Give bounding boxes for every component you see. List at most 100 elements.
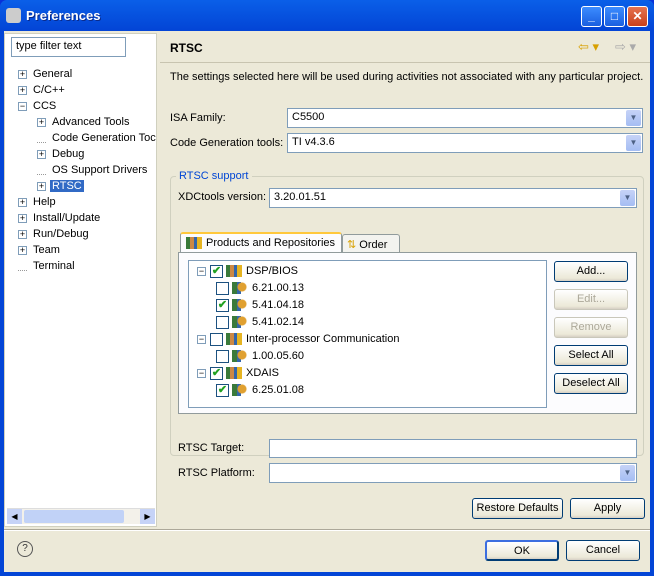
expand-icon[interactable]: + xyxy=(18,229,27,239)
tab-content: − ✔ DSP/BIOS 6.21.00.13 ✔ 5.41.04.18 5.41.02.1… xyxy=(178,252,637,414)
codegen-tools-label: Code Generation tools: xyxy=(170,137,284,149)
xdctools-version-combo[interactable]: 3.20.01.51 ▼ xyxy=(269,188,637,208)
sidebar-item-general[interactable]: + General xyxy=(18,66,74,82)
sidebar-item-code-generation-toc[interactable]: Code Generation Toc xyxy=(37,130,158,146)
sidebar-item-ccs[interactable]: − CCS xyxy=(18,98,58,114)
page-description: The settings selected here will be used … xyxy=(170,71,644,83)
version-icon xyxy=(232,384,248,397)
expand-icon[interactable]: + xyxy=(18,69,27,79)
product-version-item[interactable]: 6.21.00.13 xyxy=(216,280,304,296)
item-label: 5.41.02.14 xyxy=(252,316,304,328)
expand-icon[interactable]: + xyxy=(37,117,46,127)
page-header: RTSC ⇦ ▾ ⇨ ▾ xyxy=(160,33,650,63)
expand-icon[interactable]: + xyxy=(18,213,27,223)
scroll-right-icon[interactable]: ▶ xyxy=(140,509,155,524)
codegen-tools-combo[interactable]: TI v4.3.6 ▼ xyxy=(287,133,643,153)
version-icon xyxy=(232,299,248,312)
product-item[interactable]: − Inter-processor Communication xyxy=(197,331,399,347)
sidebar-item-label: OS Support Drivers xyxy=(52,164,148,176)
item-label: 6.21.00.13 xyxy=(252,282,304,294)
collapse-icon[interactable]: − xyxy=(197,266,206,276)
sidebar-item-c-c-[interactable]: + C/C++ xyxy=(18,82,67,98)
sidebar-item-advanced-tools[interactable]: + Advanced Tools xyxy=(37,114,131,130)
cancel-button[interactable]: Cancel xyxy=(566,540,640,561)
version-icon xyxy=(232,316,248,329)
sidebar-item-rtsc[interactable]: + RTSC xyxy=(37,178,84,194)
minimize-button[interactable]: _ xyxy=(581,6,602,27)
checkbox[interactable] xyxy=(210,332,223,346)
isa-family-combo[interactable]: C5500 ▼ xyxy=(287,108,643,128)
checkbox[interactable] xyxy=(216,281,229,295)
expand-icon[interactable]: + xyxy=(18,245,27,255)
title-bar[interactable]: Preferences _ □ ✕ xyxy=(0,0,654,31)
product-icon xyxy=(226,265,242,278)
checkbox[interactable]: ✔ xyxy=(216,298,229,312)
rtsc-target-input[interactable] xyxy=(269,439,637,458)
close-button[interactable]: ✕ xyxy=(627,6,648,27)
footer-separator xyxy=(4,529,650,531)
filter-input[interactable]: type filter text xyxy=(11,37,126,57)
products-tree[interactable]: − ✔ DSP/BIOS 6.21.00.13 ✔ 5.41.04.18 5.41.02.1… xyxy=(188,260,547,408)
back-button[interactable]: ⇦ ▾ xyxy=(578,39,599,55)
select-all-button[interactable]: Select All xyxy=(554,345,628,366)
forward-button[interactable]: ⇨ ▾ xyxy=(615,39,636,55)
item-label: Inter-processor Communication xyxy=(246,333,400,345)
horizontal-scrollbar[interactable]: ◀ ▶ xyxy=(7,508,155,524)
sidebar-item-install-update[interactable]: + Install/Update xyxy=(18,210,102,226)
version-icon xyxy=(232,350,248,363)
checkbox[interactable] xyxy=(216,315,229,329)
sidebar-item-label: Team xyxy=(33,244,60,256)
rtsc-platform-combo[interactable]: ▼ xyxy=(269,463,637,483)
product-version-item[interactable]: ✔ 5.41.04.18 xyxy=(216,297,304,313)
sidebar-item-terminal[interactable]: Terminal xyxy=(18,258,77,274)
sidebar-item-help[interactable]: + Help xyxy=(18,194,58,210)
maximize-button[interactable]: □ xyxy=(604,6,625,27)
tab-products-repositories[interactable]: Products and Repositories xyxy=(180,232,342,253)
checkbox[interactable]: ✔ xyxy=(210,366,223,380)
expand-icon[interactable]: + xyxy=(18,85,27,95)
rtsc-support-label: RTSC support xyxy=(176,170,252,182)
remove-button[interactable]: Remove xyxy=(554,317,628,338)
chevron-down-icon: ▼ xyxy=(626,135,641,151)
restore-defaults-button[interactable]: Restore Defaults xyxy=(472,498,563,519)
sidebar-item-label: CCS xyxy=(33,100,57,112)
product-version-item[interactable]: 1.00.05.60 xyxy=(216,348,304,364)
item-label: 5.41.04.18 xyxy=(252,299,304,311)
order-arrows-icon: ⇅ xyxy=(347,239,360,251)
preference-tree-panel: type filter text + General + C/C++ − CCS + Adva… xyxy=(4,33,157,527)
collapse-icon[interactable]: − xyxy=(197,368,206,378)
product-version-item[interactable]: ✔ 6.25.01.08 xyxy=(216,382,304,398)
sidebar-item-run-debug[interactable]: + Run/Debug xyxy=(18,226,91,242)
product-item[interactable]: − ✔ DSP/BIOS xyxy=(197,263,298,279)
help-icon[interactable]: ? xyxy=(17,541,33,557)
tab-label: Order xyxy=(359,239,388,251)
apply-button[interactable]: Apply xyxy=(570,498,645,519)
ok-button[interactable]: OK xyxy=(485,540,559,561)
checkbox[interactable] xyxy=(216,349,229,363)
checkbox[interactable]: ✔ xyxy=(216,383,229,397)
item-label: XDAIS xyxy=(246,367,280,379)
product-item[interactable]: − ✔ XDAIS xyxy=(197,365,279,381)
sidebar-item-label: General xyxy=(33,68,73,80)
collapse-icon[interactable]: − xyxy=(18,101,27,111)
checkbox[interactable]: ✔ xyxy=(210,264,223,278)
isa-family-label: ISA Family: xyxy=(170,112,226,124)
edit-button[interactable]: Edit... xyxy=(554,289,628,310)
sidebar-item-os-support-drivers[interactable]: OS Support Drivers xyxy=(37,162,149,178)
sidebar-item-team[interactable]: + Team xyxy=(18,242,62,258)
sidebar-item-debug[interactable]: + Debug xyxy=(37,146,86,162)
product-version-item[interactable]: 5.41.02.14 xyxy=(216,314,304,330)
sidebar-item-label: Advanced Tools xyxy=(52,116,130,128)
deselect-all-button[interactable]: Deselect All xyxy=(554,373,628,394)
sidebar-item-label: RTSC xyxy=(50,180,84,192)
tab-order[interactable]: ⇅ Order xyxy=(342,234,400,253)
expand-icon[interactable]: + xyxy=(37,149,46,159)
tree-connector xyxy=(37,166,46,175)
expand-icon[interactable]: + xyxy=(18,197,27,207)
sidebar-item-label: Run/Debug xyxy=(33,228,89,240)
collapse-icon[interactable]: − xyxy=(197,334,206,344)
scroll-left-icon[interactable]: ◀ xyxy=(7,509,22,524)
expand-icon[interactable]: + xyxy=(37,181,46,191)
add-button[interactable]: Add... xyxy=(554,261,628,282)
scrollbar-thumb[interactable] xyxy=(24,510,124,523)
